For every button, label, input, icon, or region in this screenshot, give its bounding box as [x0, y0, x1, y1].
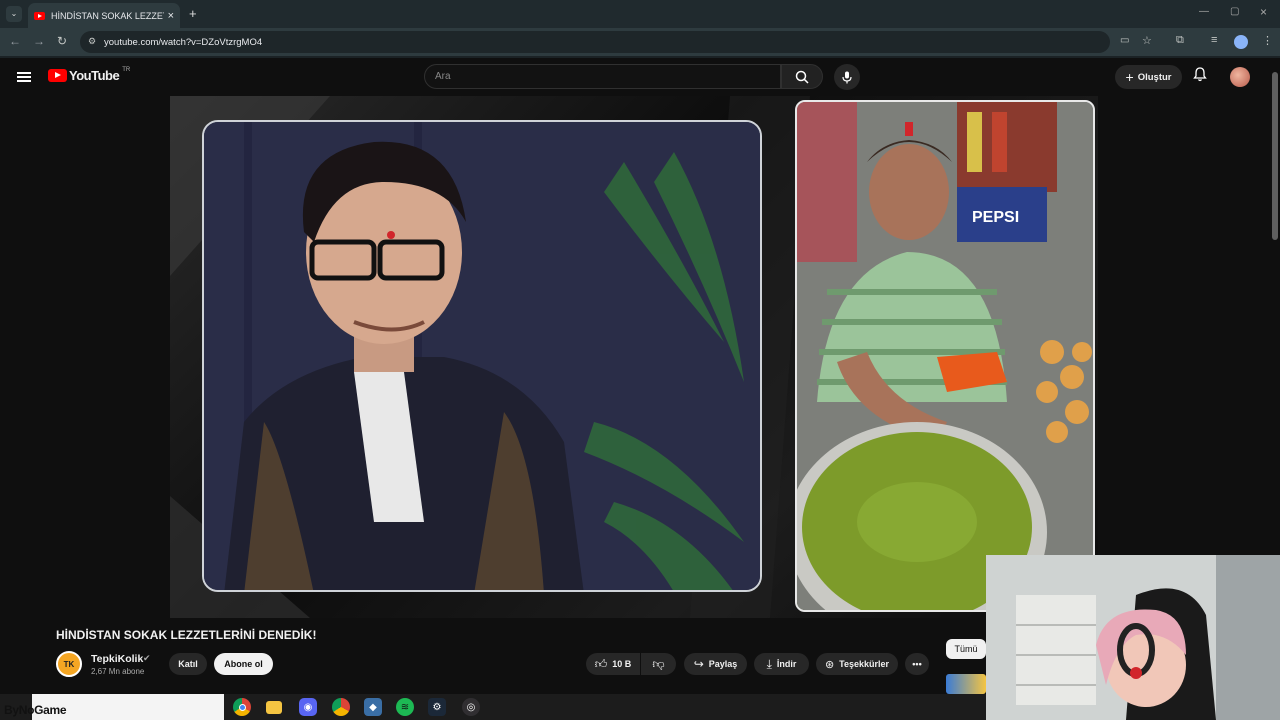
subscribe-label: Abone ol: [224, 659, 263, 669]
plus-icon: +: [1125, 69, 1134, 85]
cast-icon[interactable]: ▭: [1120, 35, 1129, 46]
tab-title: HİNDİSTAN SOKAK LEZZETLERİ: [51, 10, 164, 21]
host-scene-illustration: [204, 122, 760, 590]
chrome-icon[interactable]: [233, 698, 251, 716]
like-count: 10 B: [612, 659, 632, 669]
chrome-profile-icon[interactable]: [332, 698, 350, 716]
download-label: İndir: [776, 659, 797, 669]
obs-icon[interactable]: ◎: [462, 698, 480, 716]
spotify-icon[interactable]: ≋: [396, 698, 414, 716]
user-avatar[interactable]: [1230, 67, 1250, 87]
download-button[interactable]: ⤓ İndir: [754, 653, 809, 675]
thanks-icon: ⊛: [824, 658, 835, 671]
recommended-thumbnail[interactable]: [946, 674, 986, 694]
tab-list-button[interactable]: ⌄: [6, 6, 22, 22]
browser-menu-icon[interactable]: ⋮: [1262, 34, 1273, 47]
join-button[interactable]: Katıl: [169, 653, 207, 675]
filter-chip-all[interactable]: Tümü: [946, 639, 986, 659]
share-label: Paylaş: [708, 659, 738, 669]
search-input[interactable]: Ara: [424, 64, 781, 89]
channel-name[interactable]: TepkiKolik: [91, 653, 143, 665]
browser-toolbar: ⚙ youtube.com/watch?v=DZoVtzrgMO4 ▭ ☆: [0, 28, 1280, 56]
search-button[interactable]: [781, 64, 823, 89]
network-app-icon[interactable]: ◆: [364, 698, 382, 716]
voice-search-button[interactable]: [834, 64, 860, 90]
reload-icon[interactable]: ↻: [57, 34, 67, 48]
close-tab-icon[interactable]: ×: [168, 10, 174, 22]
discord-icon[interactable]: ◉: [299, 698, 317, 716]
more-dots-icon: •••: [912, 659, 922, 669]
site-info-icon[interactable]: ⚙: [88, 36, 96, 47]
more-actions-button[interactable]: •••: [905, 653, 929, 675]
dislike-button[interactable]: 👎︎: [641, 653, 676, 675]
youtube-play-icon: [48, 69, 67, 82]
webcam-scene-illustration: [986, 555, 1280, 720]
bookmark-star-icon[interactable]: ☆: [1142, 34, 1152, 47]
youtube-favicon-icon: [34, 11, 45, 20]
logo-text: YouTube: [69, 68, 120, 83]
hamburger-menu-icon[interactable]: [17, 72, 31, 82]
close-window-button[interactable]: ×: [1260, 5, 1267, 19]
like-button[interactable]: 👍︎ 10 B: [586, 653, 640, 675]
street-food-clip-frame: PEPSI: [795, 100, 1095, 612]
media-control-icon[interactable]: ≡: [1211, 34, 1217, 46]
join-label: Katıl: [178, 659, 198, 669]
vendor-scene-illustration: PEPSI: [797, 102, 1093, 610]
thumbs-down-icon: 👎︎: [652, 656, 665, 671]
verified-badge-icon: ✔: [143, 653, 151, 663]
channel-avatar[interactable]: TK: [56, 651, 82, 677]
share-button[interactable]: ↪ Paylaş: [684, 653, 747, 675]
download-icon: ⤓: [766, 656, 772, 671]
url-text: youtube.com/watch?v=DZoVtzrgMO4: [104, 36, 263, 48]
browser-tab-active[interactable]: HİNDİSTAN SOKAK LEZZETLERİ ×: [28, 3, 180, 28]
new-tab-button[interactable]: +: [189, 6, 197, 21]
scrollbar-thumb[interactable]: [1272, 72, 1278, 240]
maximize-window-button[interactable]: ▢: [1230, 6, 1239, 17]
bynogame-overlay-logo: ByNoGame: [4, 703, 67, 717]
address-bar[interactable]: ⚙ youtube.com/watch?v=DZoVtzrgMO4 ▭ ☆: [80, 31, 1152, 53]
create-label: Oluştur: [1137, 71, 1172, 83]
browser-tabbar: ⌄ HİNDİSTAN SOKAK LEZZETLERİ × + — ▢ ×: [0, 0, 1280, 28]
share-icon: ↪: [693, 657, 704, 671]
region-code: TR: [122, 66, 131, 73]
subscribe-button[interactable]: Abone ol: [214, 653, 273, 675]
video-title: HİNDİSTAN SOKAK LEZZETLERİNİ DENEDİK!: [56, 628, 317, 642]
extensions-icon[interactable]: ⧉: [1176, 34, 1184, 47]
file-explorer-icon[interactable]: [266, 701, 282, 714]
create-button[interactable]: + Oluştur: [1115, 65, 1182, 89]
notifications-bell-icon[interactable]: [1193, 67, 1207, 85]
streamer-webcam-overlay: [986, 555, 1280, 720]
youtube-header: YouTube TR Ara + Oluştur: [0, 58, 1280, 96]
back-icon[interactable]: ←: [9, 34, 21, 48]
thanks-label: Teşekkürler: [839, 659, 890, 669]
microphone-icon: [842, 71, 852, 83]
pepsi-sign-text: PEPSI: [972, 209, 1019, 226]
search-icon: [795, 70, 809, 84]
subscriber-count: 2,67 Mn abone: [91, 667, 145, 676]
youtube-logo[interactable]: YouTube TR: [48, 66, 131, 83]
thanks-button[interactable]: ⊛ Teşekkürler: [816, 653, 898, 675]
profile-avatar-icon[interactable]: [1234, 35, 1248, 49]
thumbs-up-icon: 👍︎: [594, 656, 608, 671]
forward-icon[interactable]: →: [33, 34, 45, 48]
video-host-frame: [202, 120, 762, 592]
minimize-window-button[interactable]: —: [1199, 6, 1209, 17]
steam-icon[interactable]: ⚙: [428, 698, 446, 716]
